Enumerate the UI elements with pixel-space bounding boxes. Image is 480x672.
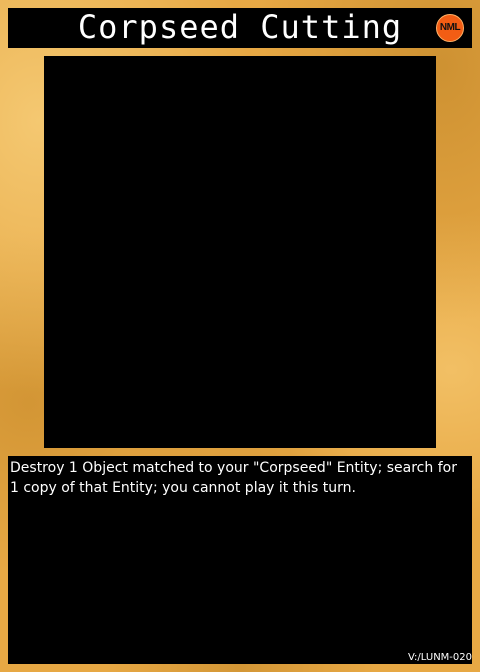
card-effect-text: Destroy 1 Object matched to your "Corpse… bbox=[10, 460, 457, 496]
set-badge-icon: NML bbox=[436, 14, 464, 42]
card-artwork bbox=[44, 56, 436, 448]
title-bar: Corpseed Cutting NML bbox=[8, 8, 472, 48]
card-frame: Corpseed Cutting NML Destroy 1 Object ma… bbox=[0, 0, 480, 672]
effect-text-box: Destroy 1 Object matched to your "Corpse… bbox=[8, 456, 472, 664]
card-title: Corpseed Cutting bbox=[77, 8, 403, 46]
card-code: V:/LUNM-020 bbox=[408, 652, 472, 663]
